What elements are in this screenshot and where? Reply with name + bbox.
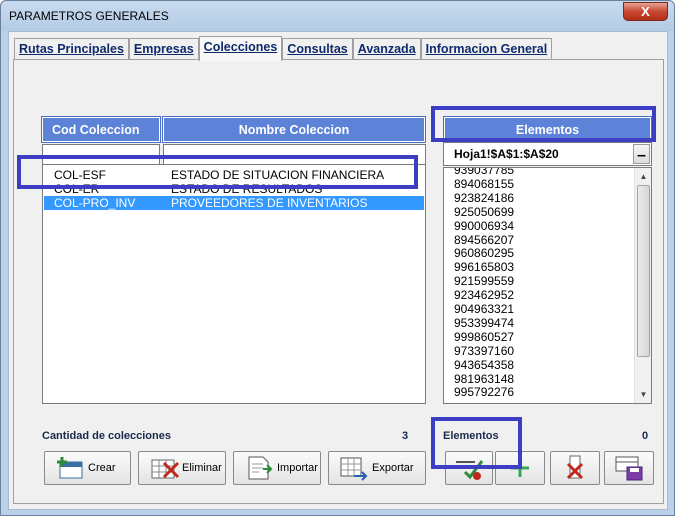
list-item[interactable]: 925050699 xyxy=(454,205,514,219)
column-header-elementos[interactable]: Elementos xyxy=(443,116,652,143)
list-item[interactable]: 999860527 xyxy=(454,330,514,344)
parametros-window: PARAMETROS GENERALES X Rutas Principales… xyxy=(0,0,675,516)
tab-colecciones[interactable]: Colecciones xyxy=(198,36,283,61)
colecciones-page: Cod Coleccion Nombre Coleccion COL-ESF E… xyxy=(13,59,664,504)
import-icon xyxy=(248,456,273,480)
row-name: ESTADO DE SITUACION FINANCIERA xyxy=(171,168,385,182)
list-item[interactable]: 939037785 xyxy=(454,168,514,177)
list-item[interactable]: 996165803 xyxy=(454,260,514,274)
tab-informacion-general[interactable]: Informacion General xyxy=(420,38,553,60)
list-item[interactable]: 894566207 xyxy=(454,233,514,247)
row-code: COL-PRO_INV xyxy=(54,196,136,210)
row-name: PROVEEDORES DE INVENTARIOS xyxy=(171,196,368,210)
tab-avanzada[interactable]: Avanzada xyxy=(352,38,421,60)
scroll-up-icon[interactable]: ▲ xyxy=(636,169,651,184)
elements-scrollbar[interactable]: ▲ ▼ xyxy=(634,168,651,403)
collections-count-value: 3 xyxy=(402,430,409,442)
exportar-button[interactable]: Exportar xyxy=(328,451,426,485)
delete-table-icon xyxy=(151,459,180,479)
dialog-client-area: Rutas Principales Empresas Colecciones C… xyxy=(8,31,668,510)
scroll-down-icon[interactable]: ▼ xyxy=(636,387,651,402)
tab-strip: Rutas Principales Empresas Colecciones C… xyxy=(14,36,553,61)
elements-list[interactable]: 939037785 894068155 923824186 925050699 9900… xyxy=(443,167,652,404)
plus-icon xyxy=(511,459,529,477)
delete-element-button[interactable] xyxy=(550,451,600,485)
list-item[interactable]: 923824186 xyxy=(454,191,514,205)
table-row[interactable]: COL-ESF ESTADO DE SITUACION FINANCIERA xyxy=(44,168,424,182)
close-button[interactable]: X xyxy=(623,2,668,21)
combo-dropdown-button[interactable]: ▁ xyxy=(633,144,650,164)
list-item[interactable]: 921599559 xyxy=(454,274,514,288)
range-value: Hoja1!$A$1:$A$20 xyxy=(454,147,559,161)
add-element-button[interactable] xyxy=(495,451,545,485)
filter-name-input[interactable] xyxy=(163,144,426,166)
row-code: COL-ESF xyxy=(54,168,107,182)
list-item[interactable]: 953399474 xyxy=(454,316,514,330)
importar-label: Importar xyxy=(277,462,318,474)
list-item[interactable]: 904963321 xyxy=(454,302,514,316)
column-header-cod-coleccion[interactable]: Cod Coleccion xyxy=(41,116,161,143)
tab-rutas-principales[interactable]: Rutas Principales xyxy=(14,38,129,60)
eliminar-button[interactable]: Eliminar xyxy=(138,451,226,485)
exportar-label: Exportar xyxy=(372,462,414,474)
crear-button[interactable]: Crear xyxy=(44,451,131,485)
export-icon xyxy=(340,457,368,481)
importar-button[interactable]: Importar xyxy=(233,451,321,485)
delete-column-icon xyxy=(566,455,584,480)
row-name: ESTADO DE RESULTADOS xyxy=(171,182,323,196)
list-item[interactable]: 943654358 xyxy=(454,358,514,372)
tab-empresas[interactable]: Empresas xyxy=(128,38,199,60)
add-table-icon xyxy=(57,457,83,479)
list-item[interactable]: 981963148 xyxy=(454,372,514,386)
check-list-icon xyxy=(456,460,484,480)
table-row-selected[interactable]: COL-PRO_INV PROVEEDORES DE INVENTARIOS xyxy=(44,196,424,210)
title-bar[interactable]: PARAMETROS GENERALES X xyxy=(1,1,674,31)
range-combo[interactable]: Hoja1!$A$1:$A$20 ▁ xyxy=(443,142,652,166)
list-item[interactable]: 894068155 xyxy=(454,177,514,191)
list-item[interactable]: 990006934 xyxy=(454,219,514,233)
row-code: COL-ER xyxy=(54,182,100,196)
list-item[interactable]: 973397160 xyxy=(454,344,514,358)
tab-consultas[interactable]: Consultas xyxy=(282,38,353,60)
save-table-icon xyxy=(615,456,643,481)
eliminar-label: Eliminar xyxy=(182,462,222,474)
collections-count-label: Cantidad de colecciones xyxy=(42,430,171,442)
filter-code-input[interactable] xyxy=(42,144,160,166)
scroll-thumb[interactable] xyxy=(637,185,650,357)
validate-button[interactable] xyxy=(445,451,493,485)
list-item[interactable]: 995792276 xyxy=(454,385,514,399)
collections-list[interactable]: COL-ESF ESTADO DE SITUACION FINANCIERA C… xyxy=(42,164,426,404)
column-header-nombre-coleccion[interactable]: Nombre Coleccion xyxy=(162,116,426,143)
elements-count-value: 0 xyxy=(642,430,649,442)
list-item[interactable]: 960860295 xyxy=(454,246,514,260)
close-icon: X xyxy=(641,4,650,19)
table-row[interactable]: COL-ER ESTADO DE RESULTADOS xyxy=(44,182,424,196)
crear-label: Crear xyxy=(88,462,116,474)
elements-count-label: Elementos xyxy=(443,430,499,442)
save-elements-button[interactable] xyxy=(604,451,654,485)
list-item[interactable]: 923462952 xyxy=(454,288,514,302)
window-title: PARAMETROS GENERALES xyxy=(9,9,169,23)
